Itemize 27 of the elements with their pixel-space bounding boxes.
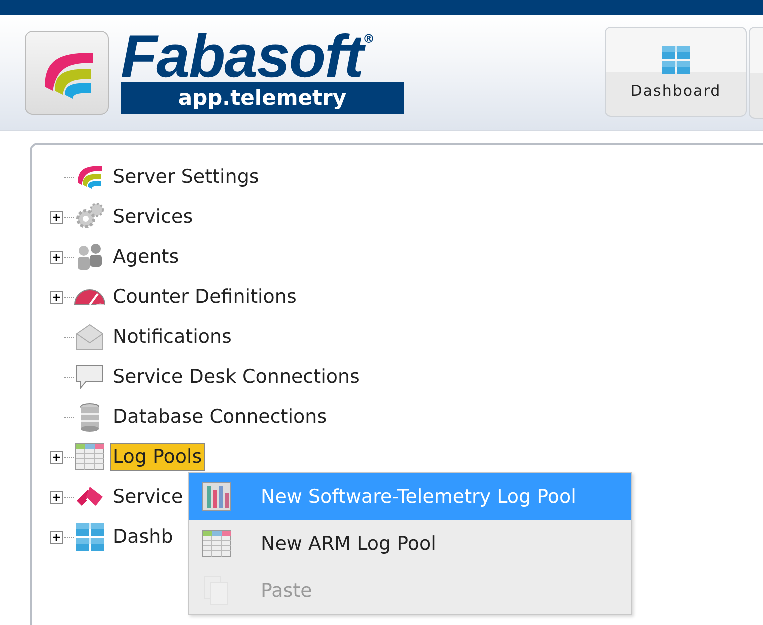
product-name: app.telemetry — [121, 82, 404, 114]
grid-icon — [660, 44, 692, 76]
expand-icon — [50, 250, 62, 264]
expand-icon — [50, 530, 62, 544]
tree-item[interactable]: Database Connections — [110, 403, 330, 431]
expand-icon — [50, 450, 62, 464]
tree-item[interactable]: Notifications — [110, 323, 235, 351]
brand-name: Fabasoft — [121, 32, 364, 82]
tree-item[interactable]: Agents — [110, 243, 182, 271]
toolbar-button[interactable] — [749, 27, 763, 119]
table-icon — [201, 528, 233, 560]
expand-icon — [50, 490, 62, 504]
tree-item[interactable]: Dashb — [110, 523, 176, 551]
dashboard-button[interactable]: Dashboard — [605, 27, 747, 117]
expand-icon — [50, 290, 62, 304]
tree-item[interactable]: Log Pools — [110, 443, 206, 471]
tree-item[interactable]: Service — [110, 483, 186, 511]
tree-item[interactable]: Counter Definitions — [110, 283, 300, 311]
bar-chart-icon — [201, 480, 233, 512]
registered-mark: ® — [363, 32, 376, 46]
gauge-icon — [74, 288, 106, 306]
tree-item[interactable]: Server Settings — [110, 163, 262, 191]
tree-item[interactable]: Services — [110, 203, 196, 231]
grid-icon — [74, 521, 106, 553]
tree-item[interactable]: Service Desk Connections — [110, 363, 363, 391]
menu-item[interactable]: New ARM Log Pool — [189, 520, 631, 567]
expand-icon — [50, 210, 62, 224]
